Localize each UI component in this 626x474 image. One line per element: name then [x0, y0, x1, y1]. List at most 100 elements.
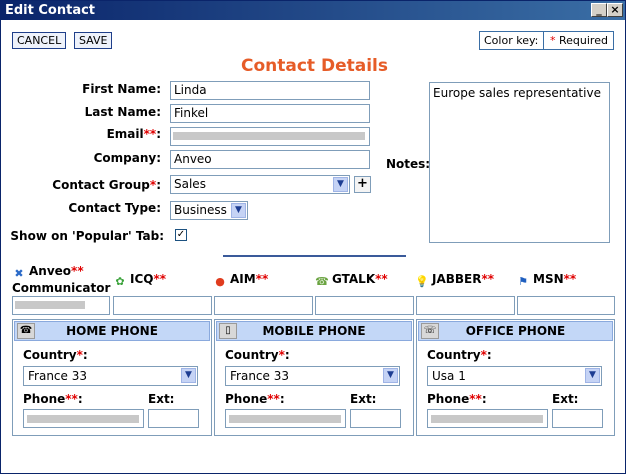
color-key-required: * Required	[550, 32, 608, 49]
first-name-input[interactable]: Linda	[170, 81, 370, 100]
minimize-icon: _	[596, 3, 602, 16]
checkmark-icon: ✓	[176, 229, 186, 240]
mobile-phone-icon: ▯	[219, 323, 237, 339]
anveo-redacted-value	[15, 301, 85, 309]
home-phone-header: ☎ HOME PHONE	[14, 321, 210, 341]
office-country-select[interactable]: Usa 1 ▼	[427, 366, 602, 386]
page-title: Contact Details	[241, 56, 388, 76]
mobile-ext-label: Ext:	[350, 392, 377, 406]
im-aim-marker: **	[255, 272, 269, 286]
office-phone-icon: ☏	[421, 323, 439, 339]
im-anveo-marker: **	[71, 264, 84, 278]
email-required-marker: **	[143, 127, 157, 141]
window-title: Edit Contact	[5, 3, 96, 18]
mobile-country-marker: *	[278, 348, 285, 362]
home-phone-label-text: Phone	[23, 392, 66, 406]
home-ext-label: Ext:	[148, 392, 175, 406]
mobile-country-label-text: Country	[225, 348, 279, 362]
im-label-anveo: ✖ Anveo** Communicator	[12, 264, 110, 296]
office-ext-input[interactable]	[552, 409, 603, 428]
office-phone-title: OFFICE PHONE	[465, 324, 566, 338]
email-label-text: Email	[106, 127, 144, 141]
office-ext-label: Ext:	[552, 392, 579, 406]
im-msn-marker: **	[563, 272, 577, 286]
im-gtalk-name: GTALK	[332, 272, 376, 286]
plus-icon: +	[357, 176, 368, 191]
add-group-button[interactable]: +	[354, 176, 371, 193]
home-phone-redacted	[27, 415, 139, 423]
msn-icon: ⚑	[518, 275, 528, 288]
im-input-jabber[interactable]	[416, 296, 515, 315]
office-country-value: Usa 1	[432, 369, 466, 383]
minimize-button[interactable]: _	[591, 3, 607, 17]
save-button[interactable]: SAVE	[74, 32, 113, 49]
last-name-label: Last Name:	[84, 105, 161, 119]
office-phone-marker: **	[469, 392, 482, 406]
home-phone-icon: ☎	[17, 323, 35, 339]
im-anveo-name-line2: Communicator	[12, 281, 111, 295]
company-input[interactable]: Anveo	[170, 150, 370, 169]
icq-flower-icon: ✿	[115, 275, 125, 288]
home-phone-input[interactable]	[23, 409, 144, 428]
home-phone-panel: ☎ HOME PHONE Country*: France 33 ▼ Phone…	[12, 319, 212, 436]
color-key: Color key: * Required	[479, 31, 614, 50]
im-msn-name: MSN	[533, 272, 564, 286]
home-ext-input[interactable]	[148, 409, 199, 428]
section-divider	[223, 255, 406, 257]
mobile-phone-panel: ▯ MOBILE PHONE Country*: France 33 ▼ Pho…	[214, 319, 414, 436]
home-country-marker: *	[76, 348, 83, 362]
contact-group-label: Contact Group*:	[1, 178, 161, 192]
show-popular-checkbox[interactable]: ✓	[175, 229, 187, 241]
office-phone-label: Phone**:	[427, 392, 487, 406]
edit-contact-window: Edit Contact _ × CANCEL SAVE Color key: …	[0, 0, 626, 474]
home-phone-marker: **	[65, 392, 78, 406]
office-phone-input[interactable]	[427, 409, 548, 428]
company-label: Company:	[93, 151, 161, 165]
office-country-label-text: Country	[427, 348, 481, 362]
chevron-down-icon: ▼	[383, 368, 398, 383]
email-label: Email**:	[1, 127, 161, 141]
notes-textarea[interactable]: Europe sales representative	[429, 82, 610, 243]
im-aim-name: AIM	[230, 272, 256, 286]
gtalk-icon: ☎	[315, 275, 329, 288]
mobile-phone-title: MOBILE PHONE	[262, 324, 366, 338]
chevron-down-icon: ▼	[585, 368, 600, 383]
im-input-msn[interactable]	[517, 296, 615, 315]
home-phone-label: Phone**:	[23, 392, 83, 406]
last-name-input[interactable]: Finkel	[170, 104, 370, 123]
office-country-marker: *	[480, 348, 487, 362]
title-bar: Edit Contact	[1, 1, 625, 20]
im-input-anveo[interactable]	[12, 296, 110, 315]
contact-type-label: Contact Type:	[68, 201, 161, 215]
office-phone-panel: ☏ OFFICE PHONE Country*: Usa 1 ▼ Phone**…	[416, 319, 615, 436]
im-gtalk-marker: **	[375, 272, 388, 286]
close-icon: ×	[610, 3, 620, 16]
close-button[interactable]: ×	[607, 3, 623, 17]
office-phone-header: ☏ OFFICE PHONE	[418, 321, 613, 341]
color-key-label: Color key:	[484, 34, 539, 47]
mobile-phone-input[interactable]	[225, 409, 346, 428]
required-label: Required	[555, 34, 608, 47]
chevron-down-icon: ▼	[231, 203, 246, 218]
mobile-phone-redacted	[229, 415, 341, 423]
home-country-select[interactable]: France 33 ▼	[23, 366, 198, 386]
contact-group-label-colon: :	[156, 178, 161, 192]
show-popular-label: Show on 'Popular' Tab:	[10, 229, 164, 243]
im-input-gtalk[interactable]	[315, 296, 414, 315]
cancel-button[interactable]: CANCEL	[12, 32, 67, 49]
home-country-label-text: Country	[23, 348, 77, 362]
mobile-phone-marker: **	[267, 392, 280, 406]
im-input-aim[interactable]	[214, 296, 313, 315]
email-input[interactable]	[170, 127, 370, 146]
im-jabber-marker: **	[481, 272, 495, 286]
contact-group-select[interactable]: Sales ▼	[170, 175, 350, 194]
im-icq-name: ICQ	[130, 272, 154, 286]
email-redacted-value	[173, 132, 365, 140]
contact-group-label-text: Contact Group	[52, 178, 150, 192]
contact-type-select[interactable]: Business ▼	[170, 201, 248, 220]
mobile-ext-input[interactable]	[350, 409, 401, 428]
mobile-country-select[interactable]: France 33 ▼	[225, 366, 400, 386]
email-label-colon: :	[156, 127, 161, 141]
im-input-icq[interactable]	[113, 296, 212, 315]
home-country-value: France 33	[28, 369, 87, 383]
